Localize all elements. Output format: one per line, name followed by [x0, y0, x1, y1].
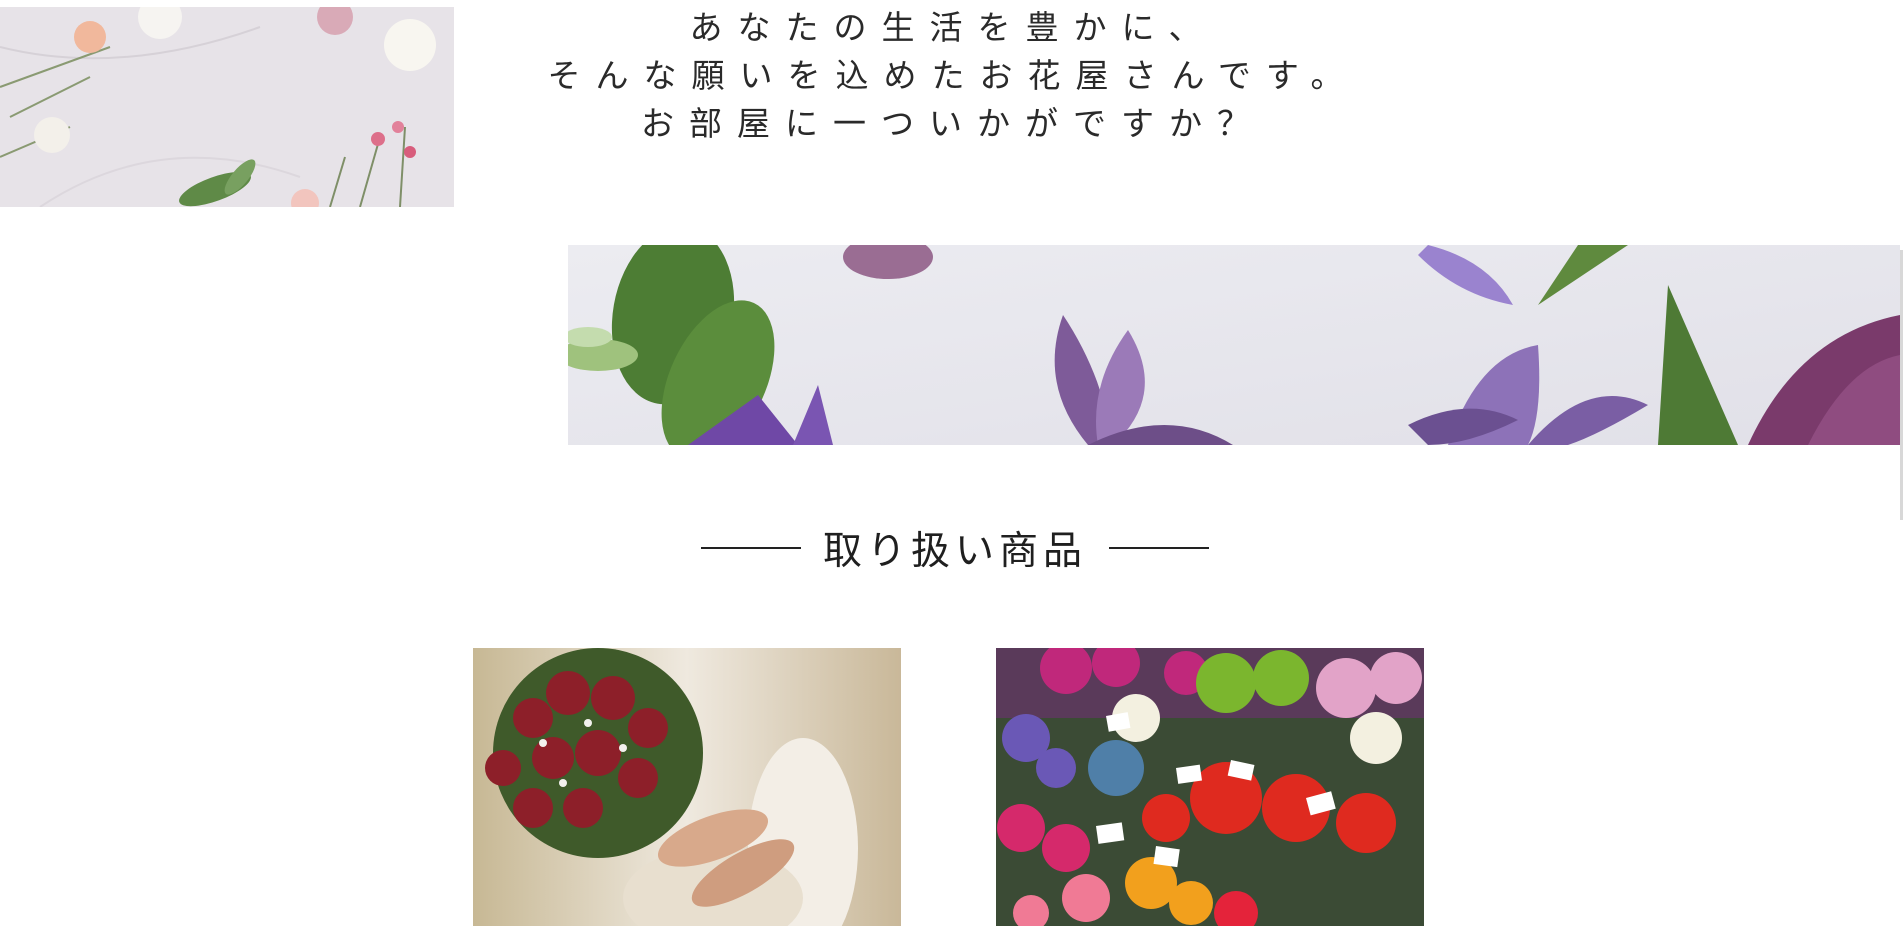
- product-card-flower-market[interactable]: [996, 648, 1424, 926]
- intro-text: あなたの生活を豊かに、 そんな願いを込めたお花屋さんです。 お部屋に一ついかがで…: [453, 4, 1453, 148]
- heading-line-right: [1109, 547, 1209, 549]
- product-card-bouquet[interactable]: [473, 648, 901, 926]
- red-rose-bouquet-image: [473, 648, 901, 926]
- intro-line-3: お部屋に一ついかがですか？: [641, 104, 1265, 143]
- intro-line-2: そんな願いを込めたお花屋さんです。: [547, 56, 1359, 95]
- purple-flowers-banner-image: [568, 245, 1900, 445]
- products-heading-text: 取り扱い商品: [822, 529, 1087, 574]
- products-section-heading: 取り扱い商品: [660, 518, 1250, 578]
- heading-line-left: [700, 547, 801, 549]
- intro-line-1: あなたの生活を豊かに、: [689, 8, 1217, 47]
- flat-lay-flowers-image: [0, 7, 454, 207]
- flower-market-image: [996, 648, 1424, 926]
